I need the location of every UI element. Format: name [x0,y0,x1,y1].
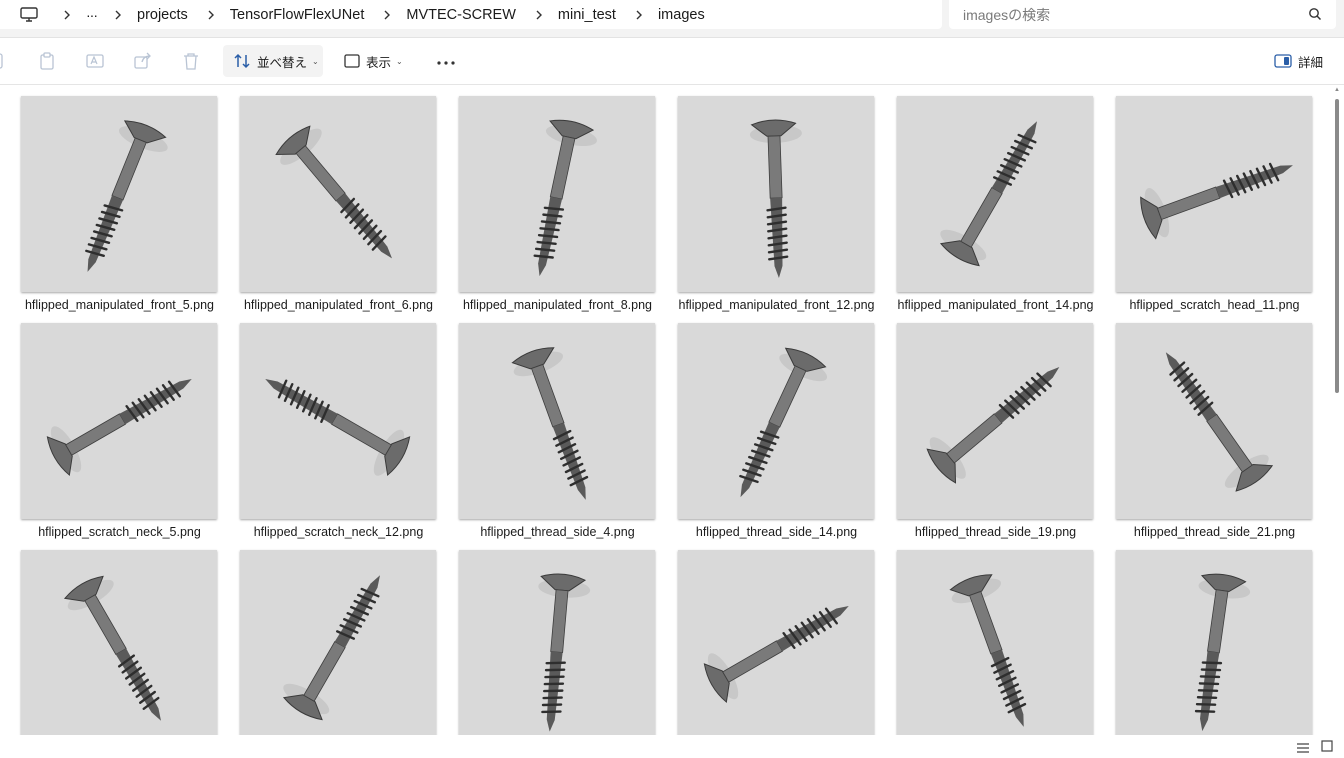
image-thumbnail [1116,323,1312,519]
image-thumbnail [678,323,874,519]
chevron-right-icon[interactable] [628,10,650,20]
image-thumbnail [21,323,217,519]
file-name[interactable]: hflipped_thread_side_19.png [886,525,1105,539]
breadcrumb-current[interactable]: images [658,7,705,23]
breadcrumb-segment[interactable]: MVTEC-SCREW [406,7,516,23]
breadcrumb-segment[interactable]: mini_test [558,7,616,23]
file-item[interactable]: hflipped_manipulated_front_8.png [458,96,677,318]
file-name[interactable]: hflipped_manipulated_front_6.png [229,298,448,312]
file-name[interactable]: hflipped_thread_side_14.png [667,525,886,539]
file-name[interactable]: hflipped_thread_side_4.png [448,525,667,539]
file-item[interactable]: hflipped_thread_side_19.png [896,323,1115,545]
details-pane-icon [1274,54,1292,68]
file-name[interactable]: hflipped_manipulated_front_14.png [886,298,1105,312]
image-thumbnail [459,323,655,519]
file-item[interactable]: hflipped_scratch_head_11.png [1115,96,1332,318]
file-item[interactable]: hflipped_thread_side_4.png [458,323,677,545]
image-thumbnail [21,550,217,735]
chevron-down-icon: ⌄ [396,56,403,66]
image-thumbnail [459,550,655,735]
file-item[interactable]: hflipped_manipulated_front_5.png [20,96,239,318]
paste-icon[interactable] [38,52,56,70]
image-thumbnail [678,96,874,292]
ellipsis-icon [437,52,455,70]
status-bar [0,735,1344,753]
breadcrumb[interactable]: ··· projects TensorFlowFlexUNet MVTEC-SC… [0,0,942,29]
chevron-right-icon[interactable] [56,10,78,20]
image-thumbnail [21,96,217,292]
file-name[interactable]: hflipped_scratch_neck_12.png [229,525,448,539]
file-grid[interactable]: hflipped_manipulated_front_5.png hflipped… [0,85,1332,735]
file-name[interactable]: hflipped_manipulated_front_5.png [10,298,229,312]
search-box[interactable] [949,0,1336,29]
sort-button[interactable]: 並べ替え ⌄ [223,45,323,77]
address-bar: ··· projects TensorFlowFlexUNet MVTEC-SC… [0,0,1344,38]
sort-icon [233,53,251,69]
chevron-down-icon: ⌄ [312,56,319,66]
chevron-right-icon[interactable] [200,10,222,20]
image-thumbnail [678,550,874,735]
image-thumbnail [897,323,1093,519]
file-item[interactable]: hflipped_scratch_neck_5.png [20,323,239,545]
file-item[interactable] [458,550,677,735]
scroll-up-icon[interactable]: ▲ [1334,87,1340,93]
vertical-scrollbar[interactable]: ▲ [1332,85,1344,735]
file-name[interactable]: hflipped_thread_side_21.png [1105,525,1324,539]
more-locations-icon[interactable]: ··· [86,7,98,23]
computer-icon[interactable] [20,6,38,23]
sort-label: 並べ替え [257,55,308,70]
file-item[interactable]: hflipped_thread_side_14.png [677,323,896,545]
image-thumbnail [240,550,436,735]
chevron-right-icon[interactable] [376,10,398,20]
details-view-icon[interactable] [1297,740,1309,758]
file-item[interactable] [20,550,239,735]
file-item[interactable] [239,550,458,735]
file-item[interactable]: hflipped_manipulated_front_12.png [677,96,896,318]
chevron-right-icon[interactable] [107,10,129,20]
image-thumbnail [1116,550,1312,735]
view-button[interactable]: 表示 ⌄ [334,45,414,77]
command-bar: 並べ替え ⌄ 表示 ⌄ 詳細 [0,38,1344,85]
image-thumbnail [897,550,1093,735]
rename-icon[interactable] [86,52,104,70]
chevron-right-icon[interactable] [528,10,550,20]
search-input[interactable] [961,4,1295,26]
file-item[interactable]: hflipped_manipulated_front_14.png [896,96,1115,318]
image-thumbnail [459,96,655,292]
search-icon[interactable] [1308,7,1322,26]
file-name[interactable]: hflipped_manipulated_front_8.png [448,298,667,312]
breadcrumb-segment[interactable]: projects [137,7,188,23]
share-icon[interactable] [134,52,152,70]
large-icons-view-icon[interactable] [1321,739,1333,757]
breadcrumb-segment[interactable]: TensorFlowFlexUNet [230,7,365,23]
file-item[interactable] [1115,550,1332,735]
image-thumbnail [1116,96,1312,292]
file-item[interactable] [896,550,1115,735]
file-name[interactable]: hflipped_manipulated_front_12.png [667,298,886,312]
file-item[interactable]: hflipped_scratch_neck_12.png [239,323,458,545]
file-item[interactable]: hflipped_thread_side_21.png [1115,323,1332,545]
file-item[interactable]: hflipped_manipulated_front_6.png [239,96,458,318]
view-label: 表示 [366,55,392,70]
delete-icon[interactable] [182,52,200,70]
image-thumbnail [240,323,436,519]
file-name[interactable]: hflipped_scratch_head_11.png [1105,298,1324,312]
scrollbar-thumb[interactable] [1335,99,1339,393]
cut-icon[interactable] [0,52,12,70]
image-thumbnail [897,96,1093,292]
details-label: 詳細 [1298,55,1324,70]
file-name[interactable]: hflipped_scratch_neck_5.png [10,525,229,539]
image-thumbnail [240,96,436,292]
see-more-button[interactable] [430,45,462,77]
details-pane-button[interactable]: 詳細 [1266,45,1323,77]
file-item[interactable] [677,550,896,735]
view-icon [344,54,360,68]
